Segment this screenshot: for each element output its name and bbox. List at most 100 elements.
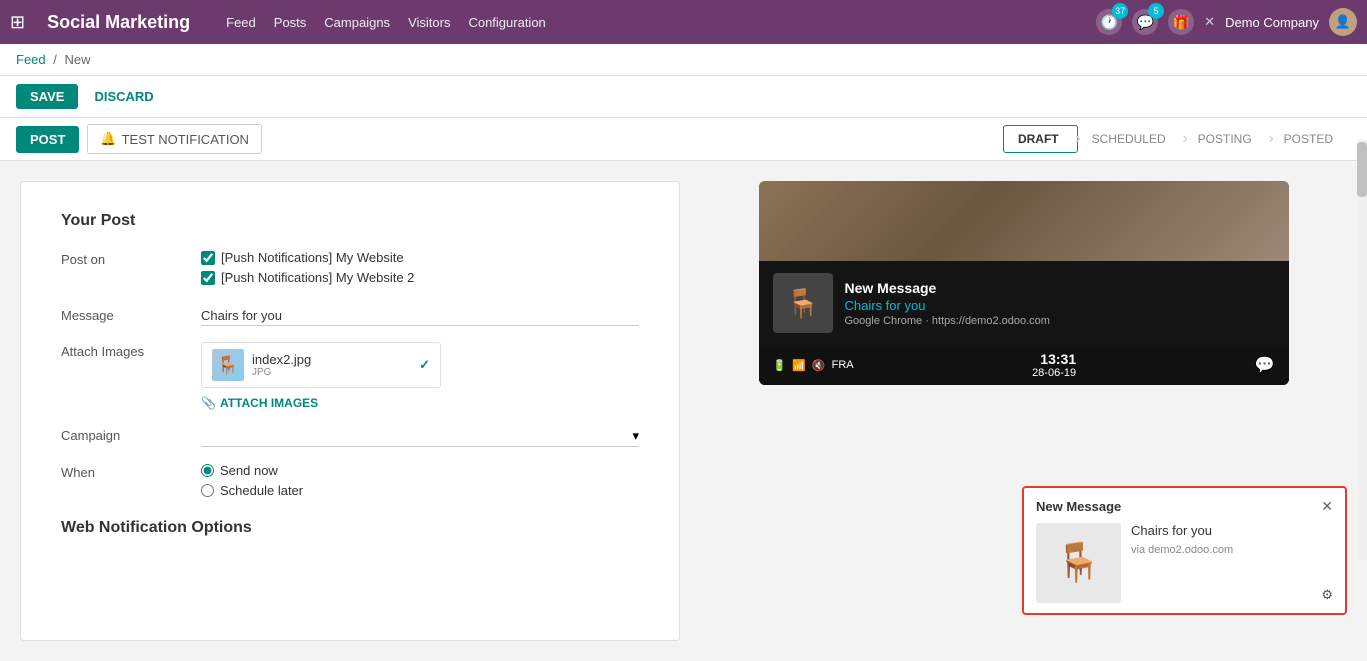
post-on-website1[interactable]: [Push Notifications] My Website	[201, 250, 639, 265]
breadcrumb: Feed / New	[0, 44, 1367, 76]
status-posted: POSTED	[1270, 126, 1351, 152]
breadcrumb-current: New	[65, 52, 91, 67]
clock-badge-wrap[interactable]: 🕐 37	[1096, 9, 1122, 35]
bell-icon: 🔔	[100, 131, 116, 147]
status-time: 13:31 28-06-19	[1032, 351, 1076, 379]
popup-body-text: Chairs for you via demo2.odoo.com	[1131, 523, 1233, 556]
locale-label: FRA	[832, 359, 854, 371]
campaign-row: Campaign ▾	[61, 426, 639, 447]
schedule-later-option[interactable]: Schedule later	[201, 483, 639, 498]
campaign-label: Campaign	[61, 426, 201, 443]
attach-images-value: 🪑 index2.jpg JPG ✓ 📎 ATTACH IMAGES	[201, 342, 639, 410]
message-input[interactable]	[201, 306, 639, 326]
notif-title: New Message	[845, 280, 1050, 296]
battery-icon: 🔋	[773, 359, 787, 372]
message-icon: 💬	[1255, 355, 1275, 375]
breadcrumb-feed[interactable]: Feed	[16, 52, 46, 67]
nav-feed[interactable]: Feed	[226, 15, 256, 30]
nav-campaigns[interactable]: Campaigns	[324, 15, 390, 30]
attach-images-label: Attach Images	[61, 342, 201, 359]
when-value: Send now Schedule later	[201, 463, 639, 503]
image-thumbnail: 🪑	[212, 349, 244, 381]
preview-bg	[759, 181, 1289, 261]
top-nav: ⊞ Social Marketing Feed Posts Campaigns …	[0, 0, 1367, 44]
notif-source: Google Chrome · https://demo2.odoo.com	[845, 315, 1050, 327]
campaign-select[interactable]: ▾	[201, 426, 639, 447]
notification-bar: 🪑 New Message Chairs for you Google Chro…	[759, 261, 1289, 345]
post-button[interactable]: POST	[16, 126, 79, 153]
paperclip-icon: 📎	[201, 396, 216, 410]
scrollbar-thumb[interactable]	[1357, 142, 1367, 197]
send-now-radio[interactable]	[201, 464, 214, 477]
message-row: Message ☺	[61, 306, 639, 326]
status-bar: DRAFT SCHEDULED POSTING POSTED	[1003, 125, 1351, 153]
popup-notification: New Message ✕ 🪑 Chairs for you via demo2…	[1022, 486, 1347, 615]
nav-links: Feed Posts Campaigns Visitors Configurat…	[226, 15, 1080, 30]
mute-icon: 🔇	[812, 359, 826, 372]
popup-chair-image: 🪑	[1036, 523, 1121, 603]
message-label: Message	[61, 306, 201, 323]
file-name: index2.jpg	[252, 352, 411, 367]
file-type: JPG	[252, 367, 411, 378]
action-bar-left: POST 🔔 TEST NOTIFICATION	[16, 124, 262, 154]
dropdown-chevron-icon: ▾	[632, 428, 639, 444]
right-icons: 🕐 37 💬 5 🎁 ✕ Demo Company 👤	[1096, 8, 1357, 36]
nav-visitors[interactable]: Visitors	[408, 15, 450, 30]
schedule-later-radio[interactable]	[201, 484, 214, 497]
status-icons: 🔋 📶 🔇 FRA	[773, 359, 854, 372]
notif-chair-image: 🪑	[773, 273, 833, 333]
scrollbar-track[interactable]	[1357, 140, 1367, 560]
clock-time: 13:31	[1032, 351, 1076, 367]
app-title: Social Marketing	[47, 12, 190, 33]
send-now-option[interactable]: Send now	[201, 463, 639, 478]
when-label: When	[61, 463, 201, 480]
file-info: index2.jpg JPG	[252, 352, 411, 378]
clock-date: 28-06-19	[1032, 367, 1076, 379]
popup-close-button[interactable]: ✕	[1321, 498, 1333, 515]
post-on-value: [Push Notifications] My Website [Push No…	[201, 250, 639, 290]
popup-domain: via demo2.odoo.com	[1131, 544, 1233, 556]
user-avatar[interactable]: 👤	[1329, 8, 1357, 36]
popup-gear-icon[interactable]: ⚙	[1321, 587, 1333, 603]
grid-icon[interactable]: ⊞	[10, 12, 25, 33]
status-draft: DRAFT	[1003, 125, 1078, 153]
popup-title: New Message	[1036, 499, 1121, 514]
breadcrumb-separator: /	[53, 52, 57, 67]
image-file-box: 🪑 index2.jpg JPG ✓	[201, 342, 441, 388]
nav-posts[interactable]: Posts	[274, 15, 307, 30]
notif-text: New Message Chairs for you Google Chrome…	[845, 280, 1050, 327]
status-posting: POSTING	[1184, 126, 1270, 152]
close-icon[interactable]: ✕	[1204, 14, 1215, 30]
web-notification-title: Web Notification Options	[61, 519, 639, 537]
post-on-label: Post on	[61, 250, 201, 267]
wifi-icon: 📶	[792, 359, 806, 372]
test-notification-button[interactable]: 🔔 TEST NOTIFICATION	[87, 124, 262, 154]
chat-badge-wrap[interactable]: 💬 5	[1132, 9, 1158, 35]
gift-icon[interactable]: 🎁	[1168, 9, 1194, 35]
campaign-dropdown[interactable]	[201, 429, 632, 444]
website2-checkbox[interactable]	[201, 271, 215, 285]
company-name: Demo Company	[1225, 15, 1319, 30]
save-button[interactable]: SAVE	[16, 84, 78, 109]
form-section-title: Your Post	[61, 212, 639, 230]
clock-badge: 37	[1112, 3, 1128, 19]
notification-preview: 🪑 New Message Chairs for you Google Chro…	[759, 181, 1289, 385]
file-check-icon: ✓	[419, 357, 430, 373]
preview-status-bar: 🔋 📶 🔇 FRA 13:31 28-06-19 💬	[759, 345, 1289, 385]
action-bar: POST 🔔 TEST NOTIFICATION DRAFT SCHEDULED…	[0, 118, 1367, 161]
post-on-website2[interactable]: [Push Notifications] My Website 2	[201, 270, 639, 285]
message-value: ☺	[201, 306, 639, 326]
post-on-row: Post on [Push Notifications] My Website …	[61, 250, 639, 290]
chat-badge: 5	[1148, 3, 1164, 19]
attach-images-button[interactable]: 📎 ATTACH IMAGES	[201, 396, 318, 410]
toolbar: SAVE DISCARD	[0, 76, 1367, 118]
website1-checkbox[interactable]	[201, 251, 215, 265]
status-scheduled: SCHEDULED	[1078, 126, 1184, 152]
discard-button[interactable]: DISCARD	[88, 84, 159, 109]
popup-message: Chairs for you	[1131, 523, 1233, 538]
notif-subtitle: Chairs for you	[845, 298, 1050, 313]
post-form-card: Your Post Post on [Push Notifications] M…	[20, 181, 680, 641]
attach-images-row: Attach Images 🪑 index2.jpg JPG ✓ 📎 ATTAC…	[61, 342, 639, 410]
nav-configuration[interactable]: Configuration	[468, 15, 545, 30]
when-row: When Send now Schedule later	[61, 463, 639, 503]
